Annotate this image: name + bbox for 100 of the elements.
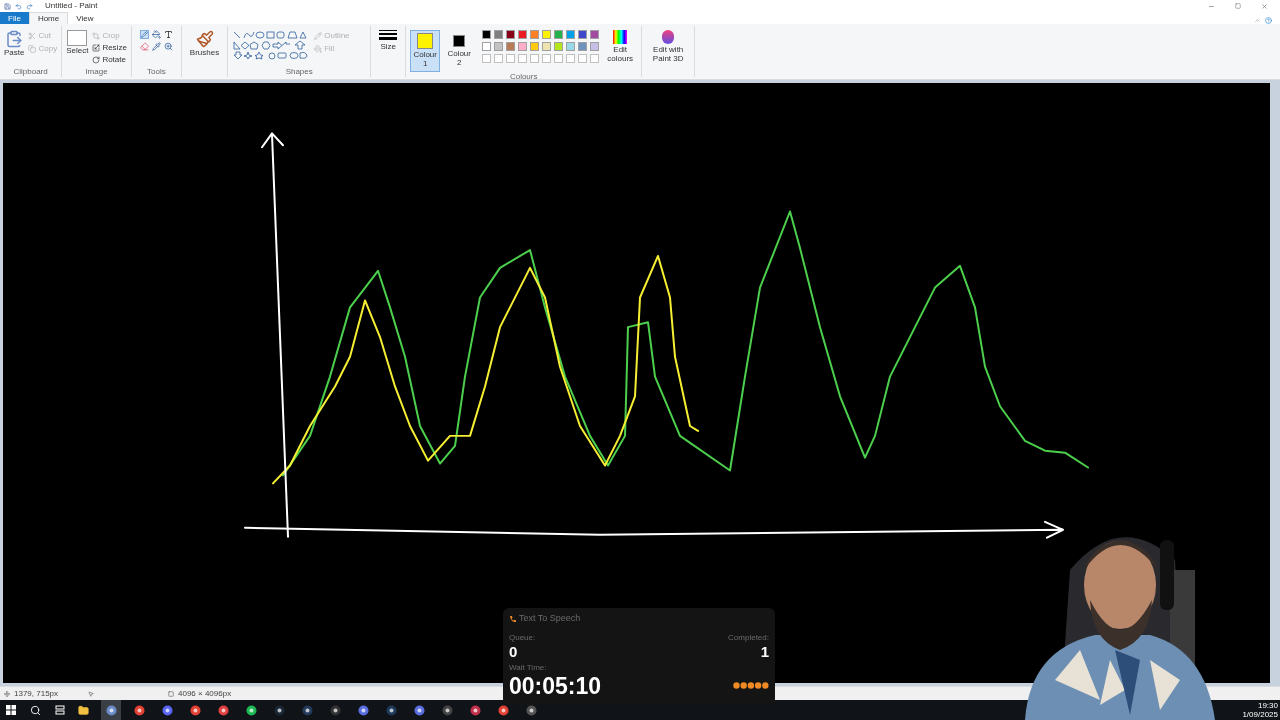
app-icon[interactable] <box>525 704 537 716</box>
completed-count: 1 <box>760 643 769 660</box>
size-button[interactable]: Size <box>375 30 402 52</box>
empty-swatch[interactable] <box>506 54 516 63</box>
empty-swatch[interactable] <box>590 54 600 63</box>
line-width-icon <box>379 30 398 40</box>
paint-bucket-icon <box>314 44 323 53</box>
search-icon[interactable] <box>30 704 41 716</box>
select-button[interactable]: Select <box>66 30 89 56</box>
colour-swatch[interactable] <box>506 30 516 39</box>
crop-icon <box>92 31 101 40</box>
pencil-icon <box>314 31 323 40</box>
help-icon[interactable] <box>1265 17 1272 24</box>
group-label: Tools <box>146 67 167 77</box>
empty-swatch[interactable] <box>566 54 576 63</box>
colour-swatch[interactable] <box>494 42 504 51</box>
colour-selector[interactable]: Colour 1 <box>410 30 441 72</box>
group-label: Colours <box>508 72 539 82</box>
colour-swatch[interactable] <box>590 30 600 39</box>
colour-selector[interactable]: Colour 2 <box>444 30 475 72</box>
magnifier-icon[interactable] <box>163 42 173 51</box>
app-icon[interactable] <box>217 704 229 716</box>
collapse-ribbon-icon[interactable] <box>1254 17 1261 24</box>
colour-swatch[interactable] <box>566 30 576 39</box>
colour-swatch[interactable] <box>590 42 600 51</box>
empty-swatch[interactable] <box>554 54 564 63</box>
ribbon-tab[interactable]: File <box>0 12 29 24</box>
app-icon[interactable] <box>385 704 397 716</box>
task-view-icon[interactable] <box>55 705 65 715</box>
close-icon[interactable] <box>1261 2 1268 10</box>
paintbrush-icon <box>195 30 214 48</box>
app-icon[interactable] <box>413 704 425 716</box>
brushes-button[interactable]: Brushes <box>185 30 224 58</box>
empty-swatch[interactable] <box>542 54 552 63</box>
colour-swatch[interactable] <box>494 30 504 39</box>
maximize-icon[interactable] <box>1235 3 1241 9</box>
paint-3d-icon <box>662 30 675 44</box>
eraser-icon[interactable] <box>139 42 149 51</box>
selection-icon <box>67 30 88 46</box>
clock-date[interactable]: 1/09/2025 <box>1242 710 1278 719</box>
edit-colours-button[interactable]: Edit colours <box>603 30 638 63</box>
resize-icon <box>92 43 101 52</box>
canvas-size: 4096 × 4096px <box>178 687 232 700</box>
rotate-button[interactable]: Rotate <box>92 54 127 65</box>
window-title: Untitled - Paint <box>45 0 98 12</box>
colour-swatch[interactable] <box>530 30 540 39</box>
group-label: Shapes <box>284 67 314 77</box>
cursor-position-icon <box>4 690 10 697</box>
wait-time-label: Wait Time: <box>509 661 548 674</box>
save-icon[interactable] <box>4 2 11 10</box>
resize-button[interactable]: Resize <box>92 42 127 53</box>
clock-time[interactable]: 19:30 <box>1257 701 1278 710</box>
queue-label: Queue: <box>509 631 536 644</box>
empty-swatch[interactable] <box>518 54 528 63</box>
phone-icon <box>509 614 517 623</box>
wait-time: 00:05:10 <box>509 673 602 698</box>
spectrum-icon <box>613 30 628 44</box>
canvas-size-icon <box>168 690 174 697</box>
folder-icon[interactable] <box>77 704 89 716</box>
clipboard-icon <box>5 30 24 48</box>
colour-swatch[interactable] <box>566 42 576 51</box>
app-icon[interactable] <box>357 704 369 716</box>
colour-swatch[interactable] <box>578 30 588 39</box>
app-icon[interactable] <box>301 704 313 716</box>
paint-bucket-icon[interactable] <box>151 30 161 39</box>
overlay-title: Text To Speech <box>519 612 581 625</box>
ribbon-tab[interactable]: Home <box>28 12 69 24</box>
queue-count: 0 <box>509 643 518 660</box>
colour-swatch[interactable] <box>530 42 540 51</box>
colour-swatch[interactable] <box>578 42 588 51</box>
empty-swatch[interactable] <box>482 54 492 63</box>
cursor-position: 1379, 715px <box>14 687 60 700</box>
edit-3d-button[interactable]: Edit with Paint 3D <box>646 30 691 63</box>
colour-swatch[interactable] <box>542 42 552 51</box>
colour-swatch[interactable] <box>482 30 492 39</box>
colour-swatch[interactable] <box>506 42 516 51</box>
scissors-icon <box>28 31 37 40</box>
colour-swatch[interactable] <box>518 30 528 39</box>
paste-button[interactable]: Paste <box>4 30 25 58</box>
text-icon[interactable] <box>163 30 173 39</box>
rotate-icon <box>92 55 101 64</box>
redo-icon[interactable] <box>26 2 33 10</box>
pencil-icon[interactable] <box>139 30 149 39</box>
group-label: Clipboard <box>12 67 49 77</box>
pipette-icon[interactable] <box>151 42 161 51</box>
colour-swatch[interactable] <box>542 30 552 39</box>
colour-swatch[interactable] <box>482 42 492 51</box>
colour-swatch[interactable] <box>554 42 564 51</box>
colour-swatch[interactable] <box>554 30 564 39</box>
completed-label: Completed: <box>728 631 769 644</box>
colour-swatch[interactable] <box>518 42 528 51</box>
undo-icon[interactable] <box>15 2 22 10</box>
empty-swatch[interactable] <box>494 54 504 63</box>
selection-size-icon <box>88 690 94 697</box>
empty-swatch[interactable] <box>578 54 588 63</box>
start-icon[interactable] <box>6 705 16 715</box>
empty-swatch[interactable] <box>530 54 540 63</box>
group-label: Image <box>84 67 109 77</box>
progress-dots-icon <box>733 682 769 689</box>
ribbon-tab[interactable]: View <box>68 12 102 24</box>
